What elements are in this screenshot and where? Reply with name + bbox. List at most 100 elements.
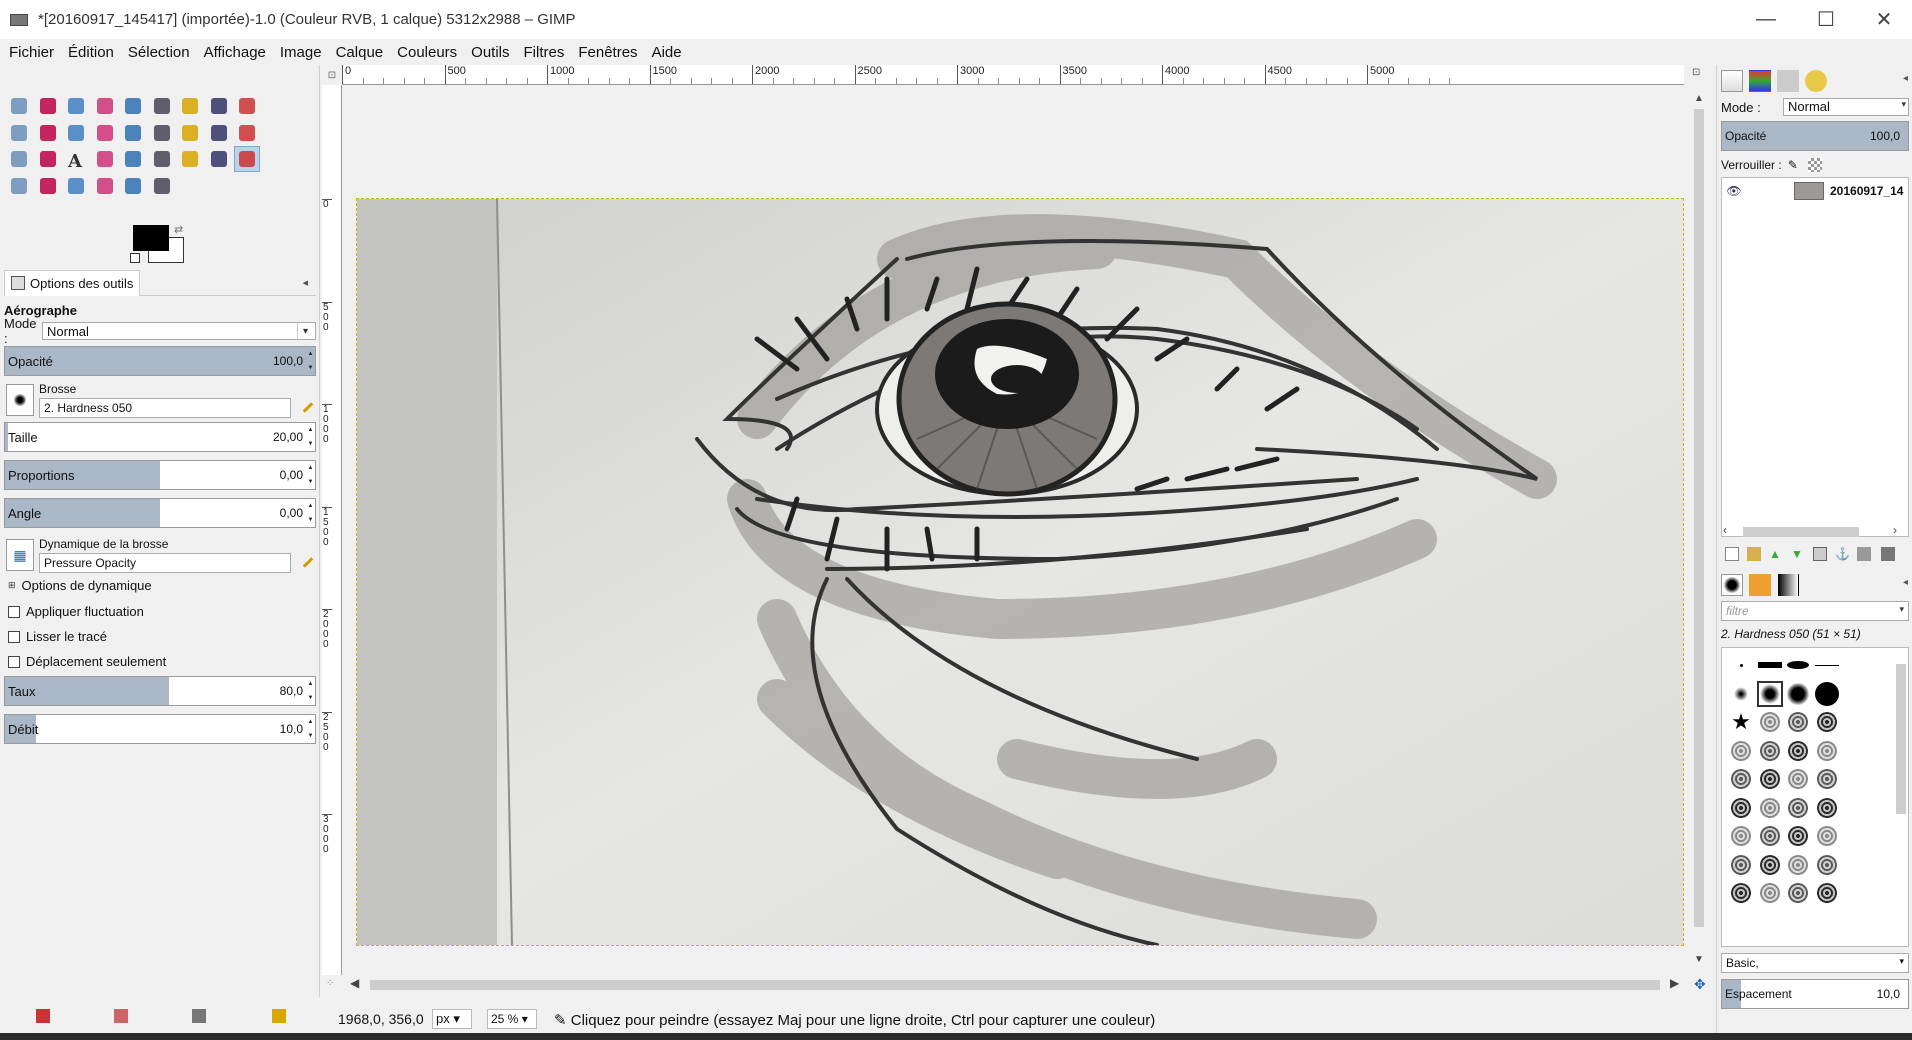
maximize-button[interactable]: ☐ bbox=[1798, 0, 1854, 39]
brush-preset[interactable] bbox=[1814, 795, 1840, 821]
menu-selection[interactable]: Sélection bbox=[121, 44, 197, 61]
brush-preset[interactable] bbox=[1728, 766, 1754, 792]
image-canvas[interactable] bbox=[356, 198, 1684, 946]
checkbox[interactable] bbox=[8, 605, 20, 618]
reset-colors-icon[interactable] bbox=[130, 253, 140, 263]
brush-preset[interactable] bbox=[1756, 680, 1783, 707]
tool-perspective[interactable] bbox=[234, 120, 260, 146]
tool-heal[interactable] bbox=[92, 146, 118, 172]
delete-options-icon[interactable] bbox=[192, 1009, 206, 1023]
checkbox[interactable] bbox=[8, 655, 20, 668]
anchor-layer-icon[interactable]: ⚓ bbox=[1835, 547, 1850, 561]
tool-airbrush[interactable] bbox=[234, 146, 260, 172]
zoom-select[interactable]: 25 % ▾ bbox=[487, 1009, 537, 1029]
brush-preset[interactable] bbox=[1757, 738, 1783, 764]
menu-filtres[interactable]: Filtres bbox=[517, 44, 572, 61]
tool-rect-select[interactable] bbox=[6, 93, 32, 119]
ruler-corner[interactable]: ⊡ bbox=[322, 65, 342, 85]
paths-tab-icon[interactable] bbox=[1777, 70, 1799, 92]
tool-scissors[interactable] bbox=[149, 93, 175, 119]
tool-perspective-clone[interactable] bbox=[63, 173, 89, 199]
tool-measure[interactable] bbox=[35, 120, 61, 146]
brush-preset[interactable] bbox=[1785, 709, 1811, 735]
scroll-right-icon[interactable]: › bbox=[1893, 523, 1897, 537]
tool-text[interactable]: A bbox=[63, 146, 89, 172]
swap-colors-icon[interactable]: ⇄ bbox=[174, 223, 183, 236]
brush-preset[interactable] bbox=[1757, 795, 1783, 821]
apply-jitter-check[interactable]: Appliquer fluctuation bbox=[8, 604, 144, 619]
brush-preset[interactable] bbox=[1757, 652, 1783, 678]
brush-preset[interactable] bbox=[1814, 709, 1840, 735]
brush-preset[interactable] bbox=[1728, 852, 1754, 878]
tool-eraser[interactable] bbox=[206, 146, 232, 172]
configure-tab-icon[interactable]: ◂ bbox=[302, 276, 308, 289]
new-layer-group-icon[interactable] bbox=[1747, 547, 1761, 561]
tool-dodge-burn[interactable] bbox=[149, 173, 175, 199]
brush-preset[interactable] bbox=[1757, 852, 1783, 878]
brush-preset[interactable] bbox=[1814, 766, 1840, 792]
close-button[interactable]: ✕ bbox=[1856, 0, 1912, 39]
tool-crop[interactable] bbox=[120, 120, 146, 146]
paint-mode-select[interactable]: Normal ▾ bbox=[42, 322, 316, 340]
new-layer-icon[interactable] bbox=[1725, 547, 1739, 561]
tool-clone[interactable] bbox=[35, 173, 61, 199]
dynamics-options-expander[interactable]: ⊞ Options de dynamique bbox=[8, 578, 152, 593]
scroll-thumb[interactable] bbox=[1743, 527, 1859, 537]
brush-preset[interactable] bbox=[1814, 652, 1840, 678]
navigate-image-icon[interactable]: ✥ bbox=[1694, 976, 1706, 993]
brush-preset[interactable] bbox=[1785, 823, 1811, 849]
undo-history-tab-icon[interactable] bbox=[1805, 70, 1827, 92]
brush-preset[interactable] bbox=[1785, 681, 1811, 707]
patterns-tab-icon[interactable] bbox=[1749, 574, 1771, 596]
tool-smudge[interactable] bbox=[120, 173, 146, 199]
brush-preview[interactable] bbox=[6, 384, 34, 416]
menu-affichage[interactable]: Affichage bbox=[197, 44, 273, 61]
brush-preset[interactable] bbox=[1728, 880, 1754, 906]
spin-arrows-icon[interactable]: ▲ ▼ bbox=[306, 677, 315, 705]
tool-shear[interactable] bbox=[206, 120, 232, 146]
brush-preset[interactable] bbox=[1757, 823, 1783, 849]
tool-move[interactable] bbox=[63, 120, 89, 146]
scroll-up-icon[interactable]: ▲ bbox=[1692, 93, 1706, 104]
save-options-icon[interactable] bbox=[36, 1009, 50, 1023]
menu-couleurs[interactable]: Couleurs bbox=[390, 44, 464, 61]
edit-brush-icon[interactable] bbox=[300, 400, 314, 414]
brush-preset[interactable] bbox=[1785, 766, 1811, 792]
tool-color-select[interactable] bbox=[120, 93, 146, 119]
gradients-tab-icon[interactable] bbox=[1777, 574, 1799, 596]
brush-filter-input[interactable]: filtre ▾ bbox=[1721, 601, 1909, 621]
spacing-slider[interactable]: Espacement 10,0 bbox=[1721, 979, 1909, 1009]
smooth-stroke-check[interactable]: Lisser le tracé bbox=[8, 629, 107, 644]
brush-preset[interactable] bbox=[1785, 880, 1811, 906]
dynamics-name-field[interactable]: Pressure Opacity bbox=[39, 553, 291, 573]
menu-fenetres[interactable]: Fenêtres bbox=[571, 44, 644, 61]
scroll-thumb[interactable] bbox=[1896, 664, 1906, 814]
brush-preset[interactable] bbox=[1757, 880, 1783, 906]
scroll-thumb[interactable] bbox=[1694, 109, 1704, 927]
scroll-down-icon[interactable]: ▼ bbox=[1692, 954, 1706, 965]
spin-arrows-icon[interactable]: ▲ ▼ bbox=[306, 347, 315, 375]
brush-preset[interactable]: ★ bbox=[1728, 709, 1754, 735]
scroll-left-icon[interactable]: ‹ bbox=[1723, 523, 1727, 537]
tab-tool-options[interactable]: Options des outils bbox=[4, 269, 141, 296]
dock-menu-icon[interactable]: ◂ bbox=[1903, 577, 1908, 588]
flow-slider[interactable]: Débit 10,0 ▲ ▼ bbox=[4, 714, 316, 744]
tool-free-select[interactable] bbox=[63, 93, 89, 119]
lock-brush-check[interactable]: Déplacement seulement bbox=[8, 654, 166, 669]
brush-preset[interactable] bbox=[1757, 709, 1783, 735]
lower-layer-icon[interactable]: ▼ bbox=[1791, 547, 1805, 561]
brush-preset[interactable] bbox=[1785, 852, 1811, 878]
brush-preset[interactable] bbox=[1728, 795, 1754, 821]
menu-edition[interactable]: Édition bbox=[61, 44, 121, 61]
brush-preset[interactable] bbox=[1785, 795, 1811, 821]
tool-color-picker[interactable] bbox=[234, 93, 260, 119]
scroll-thumb[interactable] bbox=[370, 980, 1660, 990]
spin-arrows-icon[interactable]: ▲ ▼ bbox=[306, 423, 315, 451]
lock-alpha-icon[interactable] bbox=[1807, 158, 1822, 172]
tool-ink[interactable] bbox=[6, 173, 32, 199]
horizontal-ruler[interactable]: 0 500 1000 1500 2000 2500 3000 3500 4000 4500 5000 bbox=[342, 65, 1684, 85]
layer-list-scrollbar[interactable]: ‹ › bbox=[1721, 523, 1909, 539]
tool-fuzzy-select[interactable] bbox=[92, 93, 118, 119]
scroll-left-icon[interactable]: ◀ bbox=[350, 976, 359, 990]
spin-arrows-icon[interactable]: ▲ ▼ bbox=[306, 461, 315, 489]
